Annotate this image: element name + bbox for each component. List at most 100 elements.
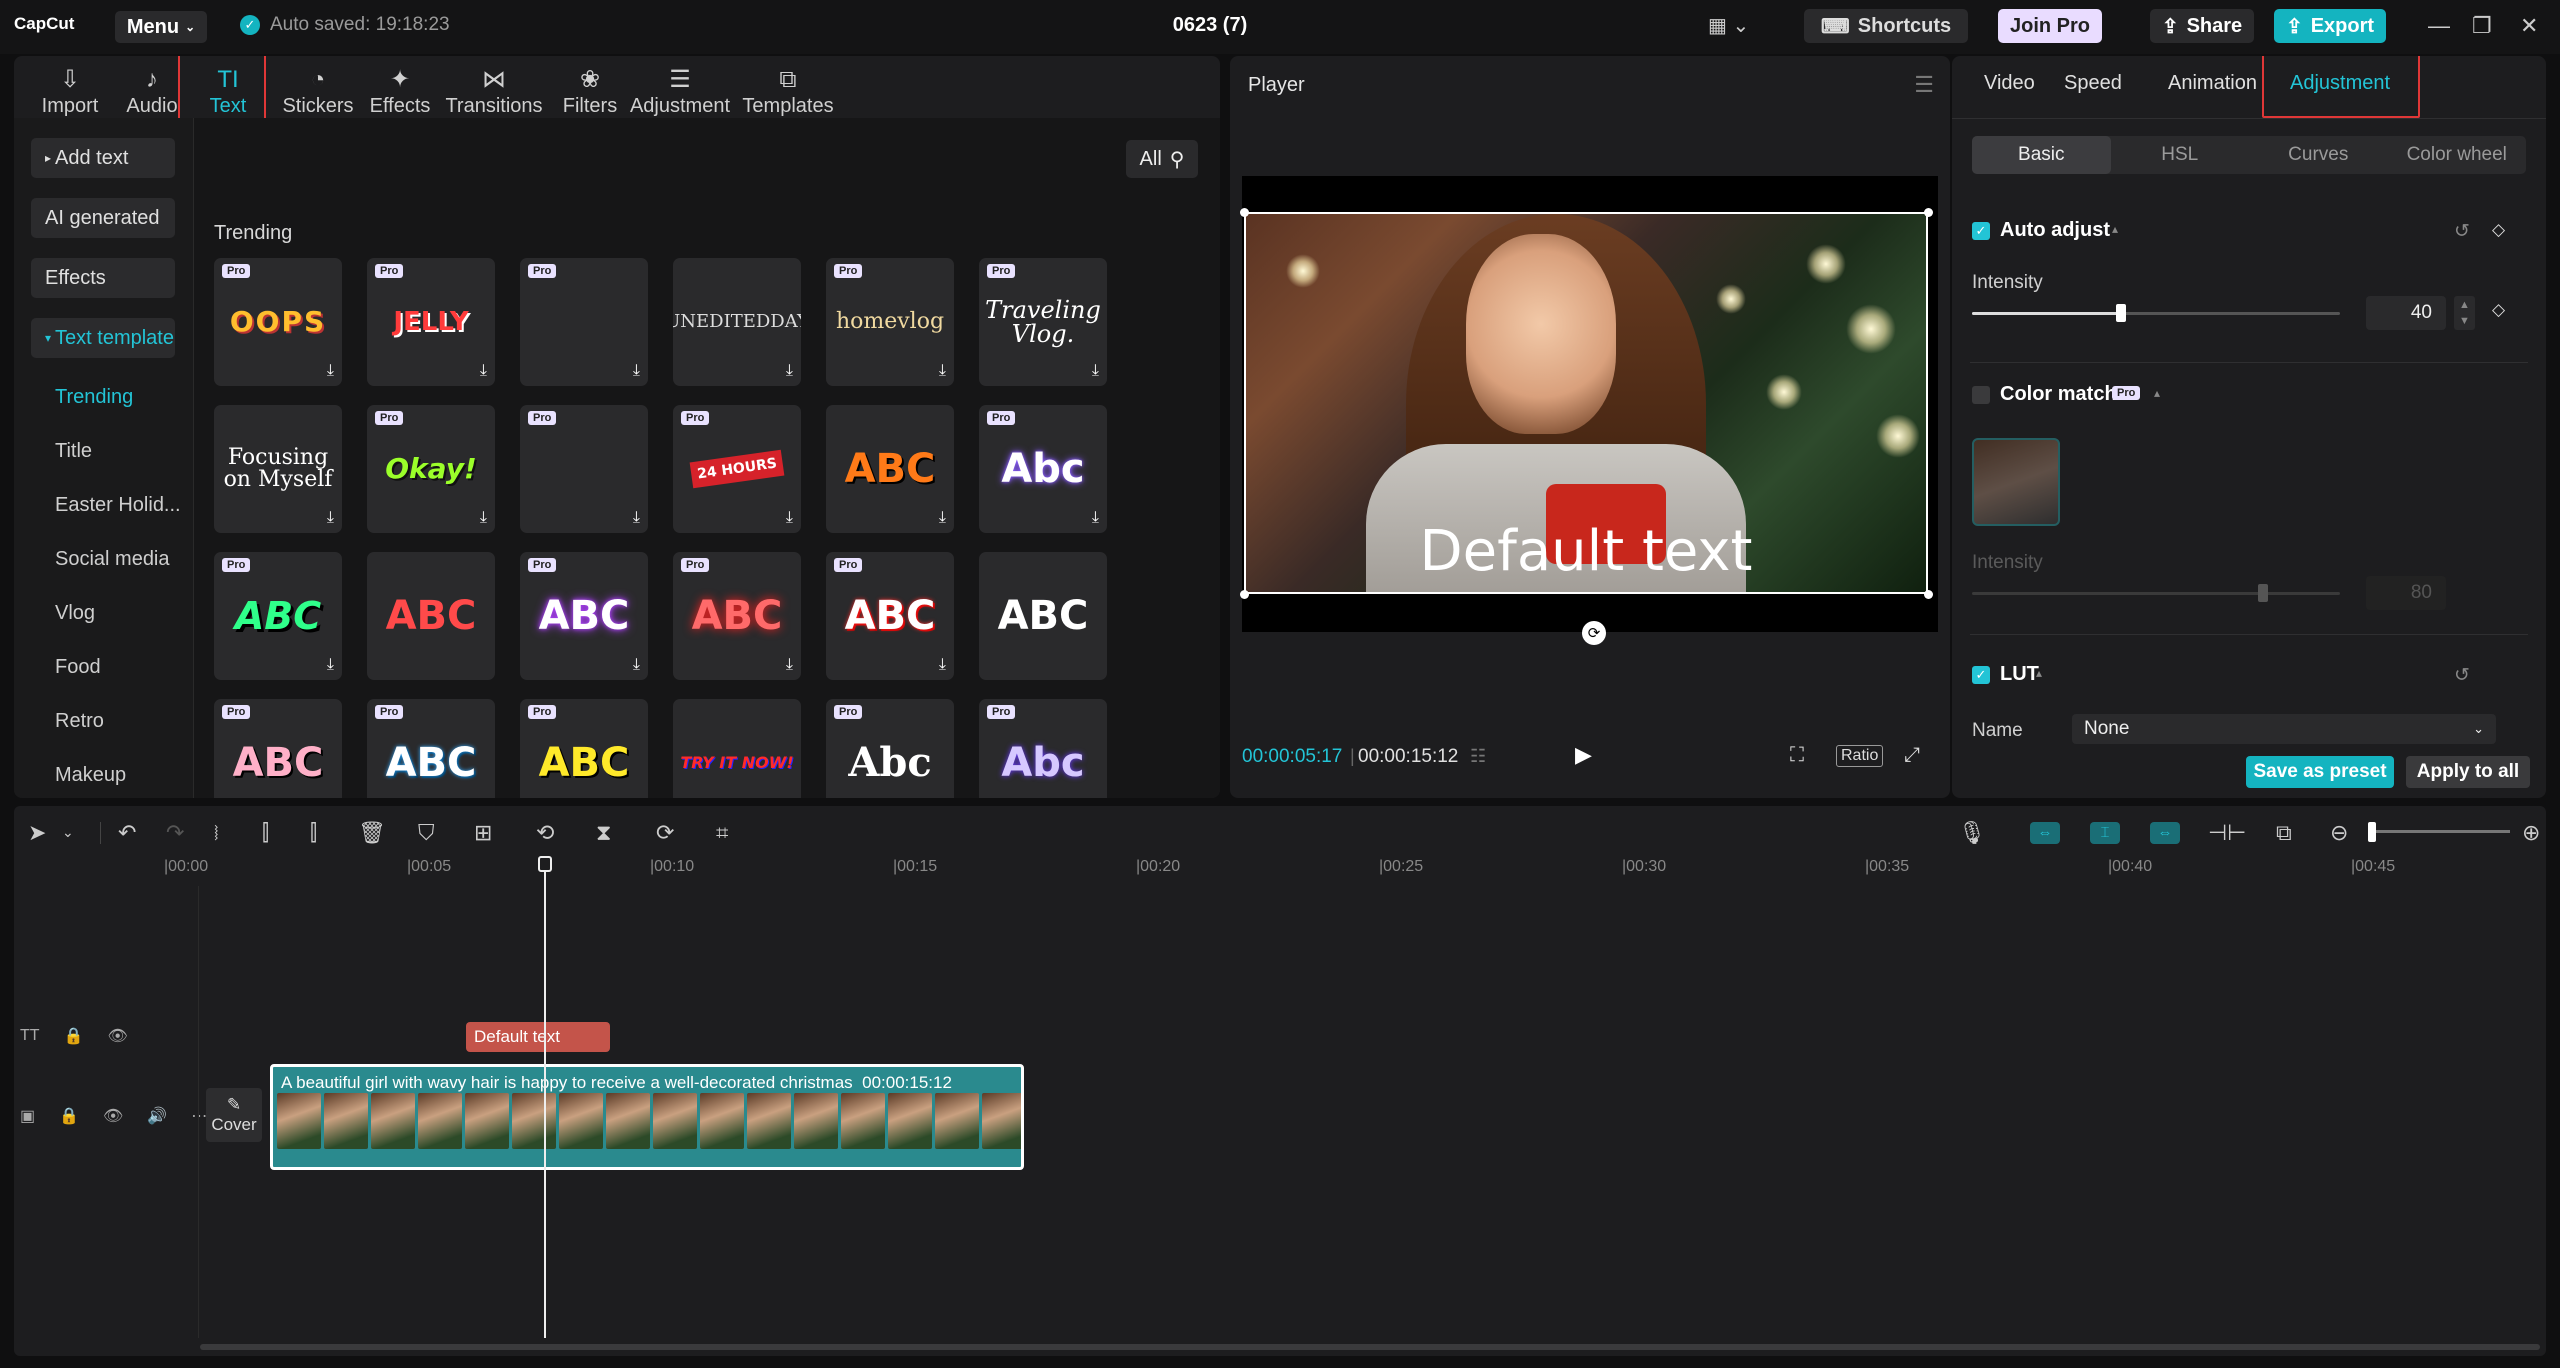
video-preview[interactable]: Default text [1244,212,1928,594]
eye-icon[interactable]: 👁 [103,1106,123,1126]
ratio-button[interactable]: Ratio [1836,745,1884,767]
rotate-icon[interactable]: ⟳ [1582,621,1606,645]
resize-handle[interactable] [1240,208,1249,217]
crop-icon[interactable]: ⌗ [716,820,728,846]
more-icon[interactable]: ⋯ [191,1106,207,1126]
text-template-tile[interactable]: ABC Pro ⤓ [826,552,954,680]
tab-speed[interactable]: Speed [2064,72,2122,95]
color-match-slider-knob[interactable] [2258,584,2268,602]
subtab-color-wheel[interactable]: Color wheel [2388,136,2527,174]
split-icon[interactable]: ⧘ [214,820,219,846]
overlay-text[interactable]: Default text [1246,519,1926,584]
text-template-tile[interactable]: ABC Pro [214,699,342,798]
filter-button[interactable]: All ⚲ [1126,140,1198,178]
text-template-tile[interactable]: TRY IT NOW! [673,699,801,798]
play-icon[interactable]: ▶ [1575,742,1592,768]
sidebar-item-social-media[interactable]: Social media [55,548,170,571]
tab-adjustment[interactable]: ☰ Adjustment [628,60,732,120]
cover-button[interactable]: ✎ Cover [206,1088,262,1142]
download-icon[interactable]: ⤓ [327,509,334,527]
download-icon[interactable]: ⤓ [633,362,640,380]
split-left-icon[interactable]: ⫿ [262,820,269,846]
resize-handle[interactable] [1924,590,1933,599]
color-match-slider[interactable] [1972,592,2340,595]
horizontal-scrollbar[interactable] [200,1344,2540,1350]
lock-icon[interactable]: 🔒 [59,1106,79,1126]
download-icon[interactable]: ⤓ [939,362,946,380]
text-template-tile[interactable]: ABC Pro ⤓ [673,552,801,680]
sidebar-button-add-text[interactable]: ▸ Add text [31,138,175,178]
text-template-tile[interactable]: Pro ⤓ [520,405,648,533]
reverse-icon[interactable]: ⟲ [536,820,554,846]
eye-icon[interactable]: 👁 [107,1026,127,1046]
text-template-tile[interactable]: ABC Pro [520,699,648,798]
mirror-icon[interactable]: ⧗ [596,820,611,846]
auto-adjust-checkbox[interactable]: ✓ [1972,222,1990,240]
sidebar-item-trending[interactable]: Trending [55,386,133,409]
shortcuts-button[interactable]: ⌨ Shortcuts [1804,9,1968,43]
playhead-handle[interactable] [538,856,552,872]
share-button[interactable]: ⇪ Share [2150,9,2254,43]
auto-snap-icon[interactable]: ⌶ [2090,822,2120,844]
download-icon[interactable]: ⤓ [939,656,946,674]
text-template-tile[interactable]: ABC Pro ⤓ [520,552,648,680]
sidebar-item-food[interactable]: Food [55,656,101,679]
minimize-icon[interactable]: — [2428,13,2450,39]
tab-stickers[interactable]: ◔ Stickers [276,60,360,120]
color-match-checkbox[interactable] [1972,386,1990,404]
zoom-slider[interactable] [2370,830,2510,833]
export-button[interactable]: ⇪ Export [2274,9,2386,43]
volume-icon[interactable]: 🔊 [147,1106,167,1126]
sidebar-button-ai-generated[interactable]: AI generated [31,198,175,238]
marker-icon[interactable]: ⛉ [418,820,435,846]
subtab-hsl[interactable]: HSL [2111,136,2250,174]
lock-icon[interactable]: 🔒 [64,1026,84,1046]
subtab-basic[interactable]: Basic [1972,136,2111,174]
select-tool-icon[interactable]: ➤ [28,820,46,846]
download-icon[interactable]: ⤓ [633,509,640,527]
color-match-intensity-input[interactable]: 80 [2366,576,2446,610]
text-template-tile[interactable]: 24 HOURS Pro ⤓ [673,405,801,533]
join-pro-button[interactable]: Join Pro [1998,9,2102,43]
reset-icon[interactable]: ↺ [2454,220,2470,243]
microphone-icon[interactable]: 🎙 [1958,820,1986,846]
linkage-icon[interactable]: ⇔ [2150,822,2180,844]
color-match-thumbnail[interactable] [1972,438,2060,526]
download-icon[interactable]: ⤓ [327,362,334,380]
text-template-tile[interactable]: Focusing on Myself ⤓ [214,405,342,533]
zoom-in-icon[interactable]: ⊕ [2522,820,2540,846]
caret-up-icon[interactable]: ▴ [2154,386,2160,400]
delete-icon[interactable]: 🗑 [358,820,386,846]
lut-name-select[interactable]: None ⌄ [2072,714,2496,744]
download-icon[interactable]: ⤓ [327,656,334,674]
text-template-tile[interactable]: Abc Pro ⤓ [979,405,1107,533]
resize-handle[interactable] [1924,208,1933,217]
tab-animation[interactable]: Animation [2168,72,2257,95]
lut-checkbox[interactable]: ✓ [1972,666,1990,684]
text-template-tile[interactable]: homevlog Pro ⤓ [826,258,954,386]
tab-transitions[interactable]: ⋈ Transitions [438,60,550,120]
reset-icon[interactable]: ↺ [2454,664,2470,687]
text-template-tile[interactable]: Traveling Vlog. Pro ⤓ [979,258,1107,386]
restore-icon[interactable]: ❐ [2472,13,2492,39]
tab-video[interactable]: Video [1984,72,2035,95]
keyframe-icon[interactable]: ◇ [2492,300,2505,320]
tab-import[interactable]: ⇩ Import [32,60,108,120]
text-template-tile[interactable]: Okay! Pro ⤓ [367,405,495,533]
screenshot-icon[interactable]: ⛶ [1790,744,1804,767]
sidebar-item-easter-holid-[interactable]: Easter Holid... [55,494,181,517]
text-template-tile[interactable]: ABC Pro [367,699,495,798]
tab-templates[interactable]: ⧉ Templates [742,60,834,120]
freeze-icon[interactable]: ⊞ [474,820,492,846]
split-right-icon[interactable]: ⫿ [310,820,317,846]
chevron-down-icon[interactable]: ⌄ [62,824,74,841]
caret-up-icon[interactable]: ▴ [2036,666,2042,680]
preview-axis-icon[interactable]: ⧉ [2276,820,2292,846]
layout-icon[interactable]: ▦ ⌄ [1708,13,1749,38]
subtab-curves[interactable]: Curves [2249,136,2388,174]
download-icon[interactable]: ⤓ [633,656,640,674]
menu-button[interactable]: Menu ⌄ [115,11,207,43]
text-template-tile[interactable]: OOPS Pro ⤓ [214,258,342,386]
keyframe-icon[interactable]: ◇ [2492,220,2505,240]
text-template-tile[interactable]: JELLY Pro ⤓ [367,258,495,386]
